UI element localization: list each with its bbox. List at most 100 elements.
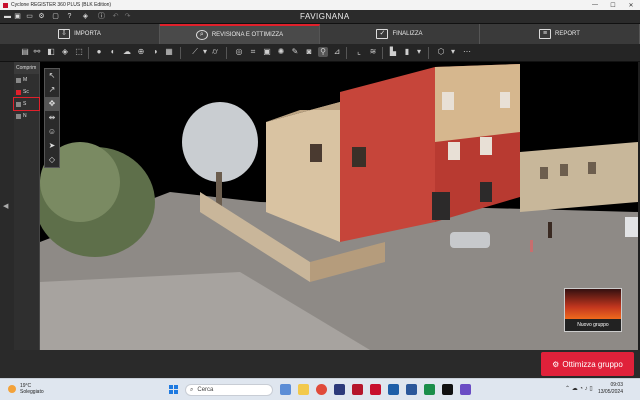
folder-icon[interactable]: ▬ <box>4 13 11 20</box>
dots-icon[interactable]: ⋯ <box>462 47 472 57</box>
maximize-icon[interactable]: ☐ <box>604 2 622 9</box>
optimize-group-button[interactable]: ⚙ Ottimizza gruppo <box>541 352 634 376</box>
monitor-icon[interactable]: ▢ <box>52 13 59 20</box>
explorer-icon[interactable] <box>298 384 309 395</box>
tab-finalizza[interactable]: ✓ FINALIZZA <box>320 24 480 44</box>
taskbar-search-input[interactable]: ⌕ Cerca <box>185 384 273 396</box>
separator <box>226 47 227 59</box>
collapse-arrow-icon[interactable]: ◀ <box>3 202 8 210</box>
separator <box>428 47 429 59</box>
layers-stack-icon[interactable]: ≋ <box>368 47 378 57</box>
half-sphere-icon[interactable]: ◐ <box>108 47 118 57</box>
minimize-icon[interactable]: — <box>586 2 604 9</box>
pointer-icon[interactable]: ↖ <box>45 69 59 83</box>
system-tray[interactable]: ⌃ ☁ ◔ ♪ ▯ <box>565 385 593 392</box>
outlook-icon[interactable] <box>406 384 417 395</box>
person-view-icon[interactable]: ☺ <box>45 125 59 139</box>
help-icon[interactable]: ? <box>66 13 73 20</box>
window-title: Cyclone REGISTER 360 PLUS (BLK Edition) <box>11 2 112 8</box>
tree-item[interactable]: M <box>14 74 39 86</box>
door <box>432 192 450 220</box>
select-box-icon[interactable]: ⬚ <box>74 47 84 57</box>
camera-icon[interactable]: ◙ <box>304 47 314 57</box>
node-icon <box>16 113 21 119</box>
chart-icon[interactable]: ▙ <box>388 47 398 57</box>
bottom-bar: ⚙ Ottimizza gruppo <box>0 350 640 378</box>
axis-icon[interactable]: ⌞ <box>354 47 364 57</box>
tag-icon[interactable]: ⌗ <box>248 47 258 57</box>
files-app-icon[interactable] <box>280 384 291 395</box>
pen-icon[interactable]: ✎ <box>290 47 300 57</box>
target-icon[interactable]: ◎ <box>234 47 244 57</box>
tool-strip: ▤ ⚯ ◧ ◈ ⬚ ● ◐ ☁ ⊕ ◑ ▦ ⟋ ▾ ⌭ ◎ ⌗ ▣ ✺ ✎ ◙ … <box>0 44 640 62</box>
navigate-icon[interactable]: ➤ <box>45 139 59 153</box>
optimize-icon: ⚙ <box>552 359 560 369</box>
separator <box>180 47 181 59</box>
thumbnail-image <box>565 289 621 319</box>
acrobat-icon[interactable] <box>370 384 381 395</box>
split-icon[interactable]: ⇹ <box>45 111 59 125</box>
sun-icon <box>8 385 16 393</box>
person <box>530 240 533 252</box>
weather-widget[interactable]: 19°C Soleggiato <box>8 383 44 395</box>
windows-start-icon[interactable] <box>169 385 178 394</box>
window <box>448 142 460 160</box>
panel-icon[interactable]: ▤ <box>20 47 30 57</box>
separator <box>382 47 383 59</box>
dropdown-icon[interactable]: ▾ <box>448 47 458 57</box>
globe-icon[interactable]: ⊕ <box>136 47 146 57</box>
left-collapse-panel: ◀ <box>0 62 14 378</box>
ruler-icon[interactable]: ⟋ <box>190 47 200 57</box>
excel-icon[interactable] <box>424 384 435 395</box>
weather-desc: Soleggiato <box>20 389 44 395</box>
search-icon: ⌕ <box>190 386 194 393</box>
photoshop-icon[interactable] <box>334 384 345 395</box>
app-icon[interactable] <box>460 384 471 395</box>
grid-icon[interactable]: ▦ <box>164 47 174 57</box>
tab-revisiona[interactable]: ⌕ REVISIONA E OTTIMIZZA <box>160 24 320 44</box>
bookmark-icon[interactable]: ▮ <box>402 47 412 57</box>
link-icon[interactable]: ⚯ <box>32 47 42 57</box>
sphere-icon[interactable]: ● <box>94 47 104 57</box>
settings-icon[interactable]: ⚙ <box>38 13 45 20</box>
point-cloud-viewport[interactable]: ↖ ↗ ✥ ⇹ ☺ ➤ ◇ Nuovo gruppo <box>40 62 638 350</box>
cyclone-icon[interactable] <box>442 384 453 395</box>
info-icon[interactable]: ⓘ <box>98 13 105 20</box>
tab-report[interactable]: ≡ REPORT <box>480 24 640 44</box>
cube-icon[interactable]: ◇ <box>45 153 59 167</box>
box-view-icon[interactable]: ⬡ <box>436 47 446 57</box>
cylinder-icon[interactable]: ⌭ <box>210 47 220 57</box>
pin-icon[interactable]: ⚲ <box>318 47 328 57</box>
dropdown-icon[interactable]: ▾ <box>200 47 210 57</box>
image-icon[interactable]: ▣ <box>262 47 272 57</box>
bw-sphere-icon[interactable]: ◑ <box>150 47 160 57</box>
undo-icon[interactable]: ↶ <box>112 13 119 20</box>
word-icon[interactable] <box>388 384 399 395</box>
cloud-icon[interactable]: ☁ <box>122 47 132 57</box>
measure-icon[interactable]: ⊿ <box>332 47 342 57</box>
clock[interactable]: 09:03 13/05/2024 <box>593 382 623 396</box>
group-icon <box>16 77 21 83</box>
group-thumbnail[interactable]: Nuovo gruppo <box>564 288 622 332</box>
chrome-icon[interactable] <box>316 384 327 395</box>
pointer-plus-icon[interactable]: ↗ <box>45 83 59 97</box>
tree-header: Comprim <box>14 62 39 74</box>
person <box>548 222 552 238</box>
dropdown-icon[interactable]: ▾ <box>414 47 424 57</box>
cart-icon[interactable]: ▭ <box>26 13 33 20</box>
tree-item[interactable]: N <box>14 110 39 122</box>
save-icon[interactable]: ▣ <box>14 13 21 20</box>
cube-view-icon[interactable]: ◈ <box>60 47 70 57</box>
tree-item-selected[interactable]: S <box>13 97 40 111</box>
tab-importa[interactable]: ⇩ IMPORTA <box>0 24 160 44</box>
tree-item[interactable]: Sc <box>14 86 39 98</box>
layers-icon[interactable]: ◧ <box>46 47 56 57</box>
close-icon[interactable]: ✕ <box>622 2 640 9</box>
color-wheel-icon[interactable]: ✺ <box>276 47 286 57</box>
window <box>500 92 510 108</box>
app-icon[interactable] <box>352 384 363 395</box>
move-icon[interactable]: ✥ <box>45 97 59 111</box>
redo-icon[interactable]: ↷ <box>124 13 131 20</box>
review-icon: ⌕ <box>195 30 208 40</box>
cube-icon[interactable]: ◈ <box>82 13 89 20</box>
